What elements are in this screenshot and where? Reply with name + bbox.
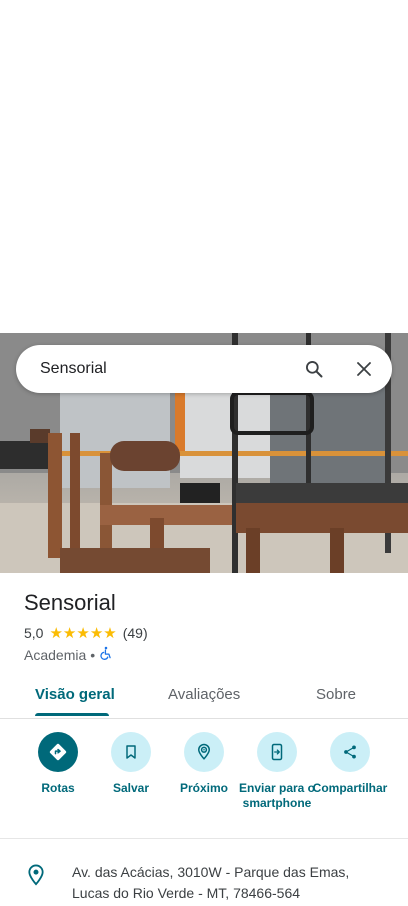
directions-icon [38, 732, 78, 772]
place-title: Sensorial [24, 590, 116, 615]
location-pin-icon [26, 864, 46, 891]
star-icon: ★ [76, 624, 90, 642]
rating-stars: ★ ★ ★ ★ ★ [49, 626, 116, 641]
star-icon: ★ [89, 624, 104, 642]
wheelchair-accessible-icon [99, 646, 113, 663]
send-to-phone-button[interactable]: Enviar para o smartphone [237, 732, 317, 811]
category-row: Academia • [24, 646, 113, 663]
nearby-icon [184, 732, 224, 772]
tab-overview[interactable]: Visão geral [35, 686, 115, 703]
address-text: Av. das Acácias, 3010W - Parque das Emas… [72, 862, 392, 904]
save-button[interactable]: Salvar [91, 732, 171, 796]
rating-value: 5,0 [24, 625, 44, 641]
nearby-button[interactable]: Próximo [164, 732, 244, 796]
search-input[interactable]: Sensorial [40, 360, 302, 378]
directions-label: Rotas [41, 781, 75, 795]
star-icon: ★ [103, 624, 117, 642]
active-tab-indicator [35, 713, 109, 716]
address-line-1: Av. das Acácias, 3010W - Parque das Emas… [72, 864, 350, 880]
search-icon[interactable] [302, 357, 326, 381]
search-bar[interactable]: Sensorial [16, 345, 392, 393]
close-icon[interactable] [352, 357, 376, 381]
separator-dot: • [90, 646, 96, 663]
star-icon: ★ [49, 624, 63, 642]
blank-map-area [0, 0, 408, 333]
share-label: Compartilhar [312, 781, 388, 795]
send-to-phone-label: Enviar para o smartphone [238, 781, 316, 810]
bookmark-icon [111, 732, 151, 772]
category-label: Academia [24, 646, 87, 663]
share-button[interactable]: Compartilhar [310, 732, 390, 796]
address-line-2: Lucas do Rio Verde - MT, 78466-564 [72, 885, 301, 901]
share-icon [330, 732, 370, 772]
tab-reviews[interactable]: Avaliações [168, 686, 240, 703]
star-icon: ★ [62, 624, 77, 642]
nearby-label: Próximo [179, 781, 228, 795]
reviews-count[interactable]: (49) [123, 625, 148, 641]
directions-button[interactable]: Rotas [18, 732, 98, 796]
tab-about[interactable]: Sobre [316, 686, 356, 703]
address-row[interactable]: Av. das Acácias, 3010W - Parque das Emas… [0, 860, 408, 901]
save-label: Salvar [112, 781, 150, 795]
rating-row[interactable]: 5,0 ★ ★ ★ ★ ★ (49) [24, 625, 148, 641]
place-tabs: Visão geral Avaliações Sobre [0, 676, 408, 719]
send-to-phone-icon [257, 732, 297, 772]
section-divider [0, 838, 408, 839]
